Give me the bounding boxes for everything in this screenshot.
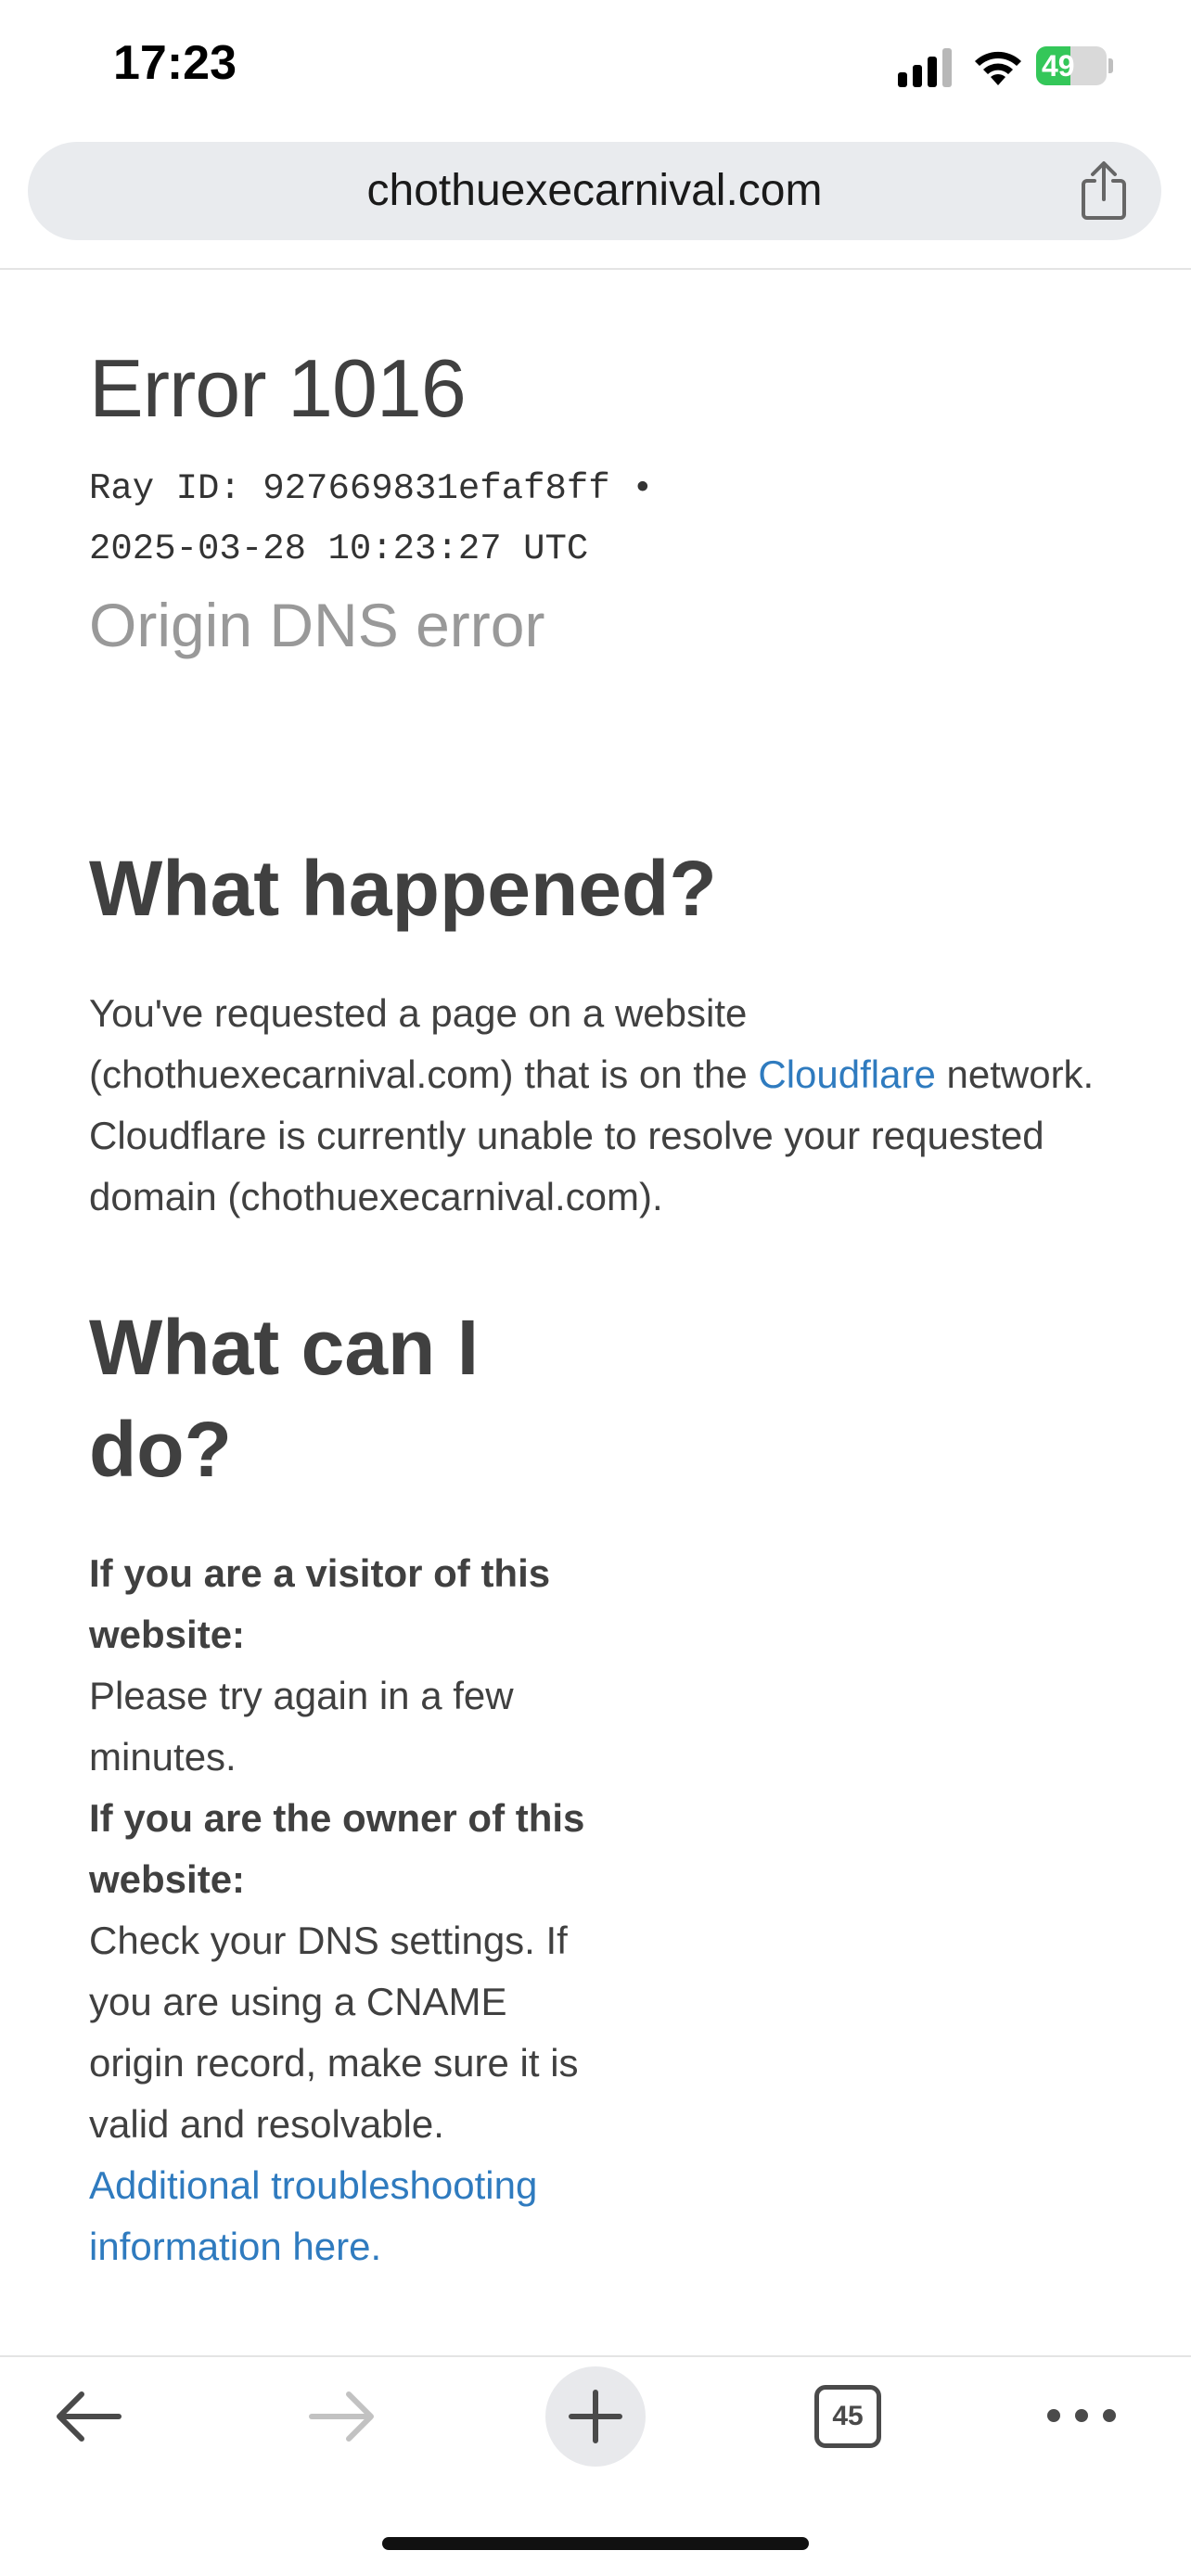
what-happened-heading: What happened? xyxy=(89,845,717,932)
error-timestamp: 2025-03-28 10:23:27 UTC xyxy=(89,529,589,569)
battery-percentage: 49 xyxy=(1042,49,1075,83)
visitor-label: If you are a visitor of this website: xyxy=(89,1551,551,1656)
forward-arrow-icon[interactable] xyxy=(306,2389,377,2444)
signal-icon xyxy=(898,48,952,87)
plus-icon xyxy=(569,2390,622,2443)
battery-cap xyxy=(1108,58,1113,73)
what-happened-text: You've requested a page on a website (ch… xyxy=(89,983,1137,1228)
battery-body: 49 xyxy=(1036,46,1107,85)
error-title: Error 1016 xyxy=(89,342,467,434)
owner-label: If you are the owner of this website: xyxy=(89,1796,585,1901)
troubleshooting-link[interactable]: Additional troubleshooting information h… xyxy=(89,2155,608,2277)
new-tab-button[interactable] xyxy=(545,2366,646,2467)
status-time: 17:23 xyxy=(113,36,237,90)
page: 17:23 49 chothuexecarnival.com Error 101… xyxy=(0,0,1191,2576)
what-can-i-do-section: If you are a visitor of this website: Pl… xyxy=(89,1543,608,2277)
ray-id: Ray ID: 927669831efaf8ff • xyxy=(89,468,654,509)
address-bar-divider xyxy=(0,268,1191,270)
battery-icon: 49 xyxy=(1036,46,1114,85)
what-can-i-do-heading: What can I do? xyxy=(89,1304,480,1493)
url-text[interactable]: chothuexecarnival.com xyxy=(28,142,1161,240)
home-indicator xyxy=(382,2537,809,2550)
wifi-icon xyxy=(975,51,1021,85)
what-happened-text-start: You've requested a page on a website (ch… xyxy=(89,991,759,1096)
error-subtitle: Origin DNS error xyxy=(89,591,545,659)
cloudflare-link[interactable]: Cloudflare xyxy=(758,1052,935,1096)
visitor-text: Please try again in a few minutes. xyxy=(89,1674,514,1779)
share-icon[interactable] xyxy=(1074,160,1133,222)
owner-text: Check your DNS settings. If you are usin… xyxy=(89,1919,579,2146)
status-bar: 17:23 49 xyxy=(0,0,1191,130)
tabs-button[interactable]: 45 xyxy=(814,2385,881,2448)
back-arrow-icon[interactable] xyxy=(54,2389,124,2444)
address-bar[interactable]: chothuexecarnival.com xyxy=(28,142,1161,240)
toolbar-divider xyxy=(0,2355,1191,2357)
more-icon[interactable] xyxy=(1044,2402,1119,2429)
